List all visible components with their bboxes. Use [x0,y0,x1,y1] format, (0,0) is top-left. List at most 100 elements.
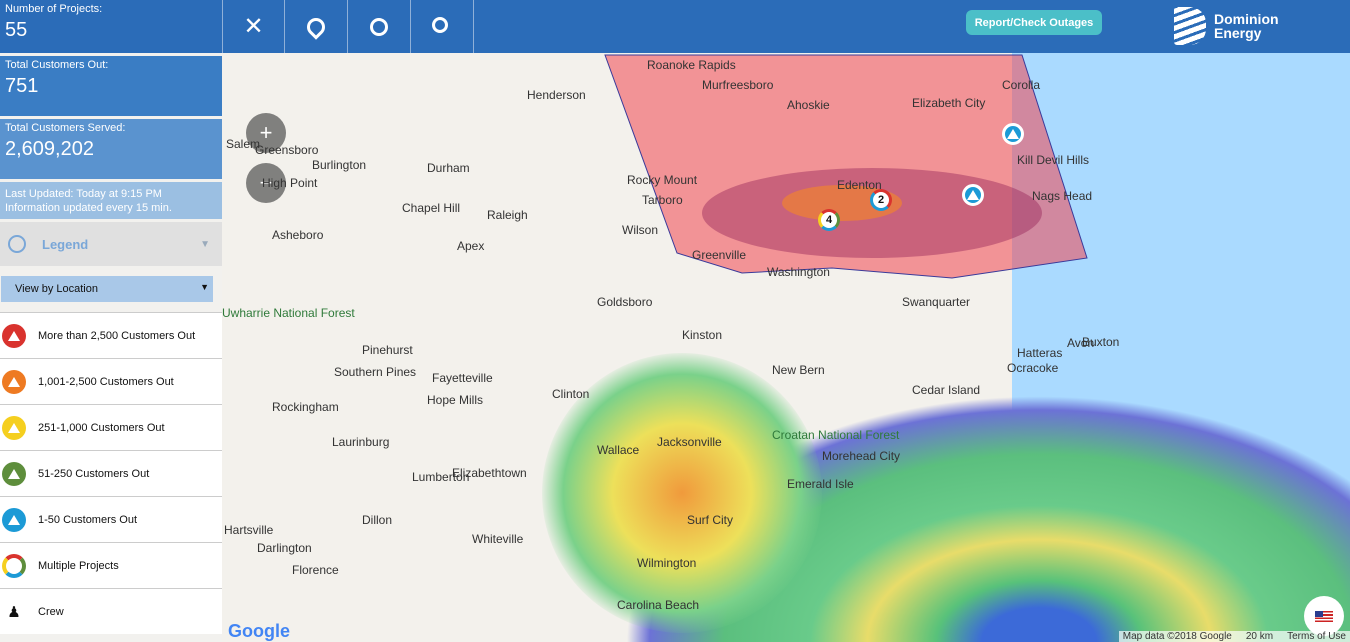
blue-triangle-icon [2,507,26,532]
city-label: Elizabethtown [452,466,527,480]
city-label: Whiteville [472,532,524,546]
projects-label: Number of Projects: [5,3,103,15]
city-label: Murfreesboro [702,78,774,92]
logo-mark-icon [1174,7,1206,45]
city-label: Tarboro [642,193,683,207]
city-label: Surf City [687,513,734,527]
legend-label: 1-50 Customers Out [38,513,138,526]
city-label: Goldsboro [597,295,653,309]
legend-label: Crew [38,605,64,618]
city-label: Roanoke Rapids [647,58,736,72]
outage-map[interactable]: + − Greensboro Burlington Durham Chapel Hil… [222,53,1350,642]
view-by-value: View by Location [15,283,98,295]
legend-toggle[interactable]: Legend ▼ [0,222,222,266]
city-label: Emerald Isle [787,477,854,491]
city-label: Hartsville [224,523,274,537]
customers-served-value: 2,609,202 [5,138,94,160]
google-logo: Google [228,621,290,641]
city-label: Swanquarter [902,295,971,309]
city-label: Kill Devil Hills [1017,153,1090,167]
projects-value: 55 [5,19,28,41]
city-label: Ocracoke [1007,361,1059,375]
dominion-energy-logo: Dominion Energy [1174,7,1279,45]
legend-title: Legend [42,236,89,252]
customers-out-value: 751 [5,75,39,97]
projects-count-panel: Number of Projects: 55 [0,0,222,53]
orange-triangle-icon [2,369,26,394]
city-label: Raleigh [487,208,528,222]
close-button[interactable]: ✕ [222,0,285,53]
customers-out-label: Total Customers Out: [5,59,109,71]
dropdown-arrow-icon: ▼ [200,282,209,292]
city-label: Wallace [597,443,640,457]
city-label: Ahoskie [787,98,830,112]
triangle-icon [967,190,979,200]
toolbar: ✕ [222,0,474,53]
city-label: Darlington [257,541,312,555]
legend-list: More than 2,500 Customers Out 1,001-2,50… [0,312,222,634]
search-button[interactable] [411,0,474,53]
logo-text: Energy [1214,25,1262,41]
city-label: Apex [457,239,485,253]
legend-item-over-2500: More than 2,500 Customers Out [0,312,222,358]
city-label: Hatteras [1017,346,1063,360]
legend-item-51-250: 51-250 Customers Out [0,450,222,496]
city-label: Clinton [552,387,590,401]
city-label: Morehead City [822,449,901,463]
crosshair-icon [370,17,388,36]
city-label: Florence [292,563,339,577]
customers-served-panel: Total Customers Served: 2,609,202 [0,119,222,179]
yellow-triangle-icon [2,415,26,440]
map-attribution: Map data ©2018 Google 20 km Terms of Use [1118,631,1350,642]
customers-served-label: Total Customers Served: [5,122,126,134]
attribution-text: Map data ©2018 Google [1122,631,1232,642]
close-icon: ✕ [243,13,264,40]
outage-marker-1-50[interactable] [962,184,984,206]
city-label: Carolina Beach [617,598,700,612]
city-label: New Bern [772,363,825,377]
search-icon [432,16,448,33]
city-label: Nags Head [1032,189,1093,203]
crew-icon: ♟ [7,603,21,621]
city-label: Cedar Island [912,383,981,397]
legend-label: 251-1,000 Customers Out [38,421,165,434]
city-label: Fayetteville [432,371,493,385]
us-flag-icon [1315,610,1333,622]
last-updated: Last Updated: Today at 9:15 PM [5,188,162,200]
terms-link[interactable]: Terms of Use [1287,631,1346,642]
report-outages-button[interactable]: Report/Check Outages [966,10,1102,35]
view-by-select[interactable]: View by Location ▼ [1,276,213,302]
legend-label: More than 2,500 Customers Out [38,329,196,342]
legend-item-1001-2500: 1,001-2,500 Customers Out [0,358,222,404]
multiple-projects-marker[interactable]: 2 [870,189,892,211]
city-label: Wilmington [637,556,697,570]
city-label: Pinehurst [362,343,413,357]
city-label: High Point [262,176,318,190]
city-label: Jacksonville [657,435,722,449]
city-label: Southern Pines [334,365,417,379]
my-location-button[interactable] [348,0,411,53]
city-label: Durham [427,161,470,175]
city-label: Washington [767,265,830,279]
triangle-icon [1007,129,1019,139]
city-label: Greensboro [255,143,319,157]
multiple-projects-icon [2,553,26,578]
language-button[interactable] [1304,596,1344,636]
city-label: Burlington [312,158,367,172]
multiple-projects-marker[interactable]: 4 [818,209,840,231]
green-triangle-icon [2,461,26,486]
map-pin-person-icon [303,13,329,40]
legend-item-multiple: Multiple Projects [0,542,222,588]
city-label: Asheboro [272,228,324,242]
legend-item-251-1000: 251-1,000 Customers Out [0,404,222,450]
legend-label: 51-250 Customers Out [38,467,150,480]
update-info: Last Updated: Today at 9:15 PM Informatio… [0,182,222,219]
outage-marker-1-50[interactable] [1002,123,1024,145]
red-triangle-icon [2,323,26,348]
legend-label: Multiple Projects [38,559,119,572]
legend-item-1-50: 1-50 Customers Out [0,496,222,542]
city-label: Hope Mills [427,393,484,407]
scale-bar: 20 km [1245,631,1274,642]
locate-user-button[interactable] [285,0,348,53]
city-label: Rocky Mount [627,173,698,187]
